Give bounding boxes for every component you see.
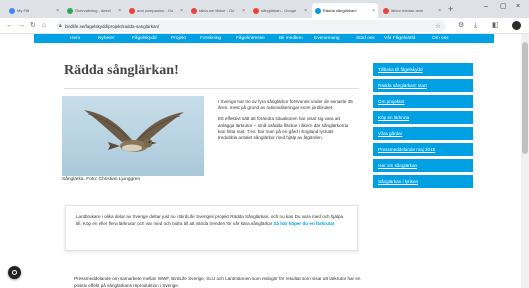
- nav-link[interactable]: Projekt: [171, 34, 186, 43]
- tab-bar: My Fitt × Övervakning - direct × and com…: [0, 0, 529, 18]
- close-icon[interactable]: ×: [372, 8, 375, 14]
- close-icon[interactable]: ×: [56, 8, 59, 14]
- google-icon: [253, 7, 259, 14]
- address-bar[interactable]: 🔒︎ birdlife.se/fagelskydd/projekt/radda-…: [56, 20, 446, 32]
- browser-tab[interactable]: Övervakning - direct ×: [64, 3, 124, 18]
- lock-icon: 🔒︎: [59, 23, 62, 29]
- close-icon[interactable]: ×: [242, 8, 245, 14]
- sidebar-button[interactable]: Rädda sånglärkan! start: [373, 79, 473, 92]
- nav-link[interactable]: Bli medlem: [279, 34, 303, 43]
- sidebar-button[interactable]: Våra gårdar: [373, 127, 473, 140]
- nav-link[interactable]: Nyheter: [98, 34, 115, 43]
- nav-link[interactable]: Hem: [70, 34, 80, 43]
- site-navigation: Hem Nyheter Fågelskydd Projekt Forskning Fåge…: [34, 34, 494, 43]
- photo-caption: Sånglärka. Foto: Christian Ljunggren: [62, 177, 141, 182]
- skylark-photo: [62, 96, 204, 176]
- maximize-icon[interactable]: ▢: [500, 2, 507, 12]
- back-arrow-icon[interactable]: ←: [6, 21, 13, 31]
- profile-avatar[interactable]: [512, 21, 521, 30]
- title-divider: [64, 88, 359, 89]
- browser-tab[interactable]: fakta om lärkor - Go ×: [188, 3, 248, 18]
- reload-icon[interactable]: ↻: [30, 21, 36, 31]
- scrollbar[interactable]: [521, 34, 529, 288]
- nav-link[interactable]: Fågelintresse: [236, 34, 265, 43]
- birdlife-favicon-icon: [315, 7, 321, 14]
- browser-tab[interactable]: lärkor medan anm ×: [380, 3, 444, 18]
- sidebar-button[interactable]: Hør om sånglärkan: [373, 159, 473, 172]
- browser-tab-active[interactable]: Rädda sånglärkan! ×: [312, 3, 378, 18]
- sidebar-menu: Tillbaka till fågelskydd Rädda sånglärkan…: [373, 63, 473, 191]
- scroll-thumb[interactable]: [522, 42, 528, 154]
- forward-arrow-icon[interactable]: →: [18, 21, 25, 31]
- skylark-illustration: [84, 110, 184, 152]
- accessibility-button[interactable]: [8, 266, 21, 279]
- close-window-icon[interactable]: ×: [516, 2, 520, 12]
- sidebar-button[interactable]: Om projektet: [373, 95, 473, 108]
- intro-paragraph: I Sverige har tre av fyra sånglärkor för…: [218, 99, 353, 111]
- download-icon[interactable]: ⤓: [474, 21, 477, 31]
- site-favicon-icon: [9, 7, 15, 14]
- extensions-puzzle-icon[interactable]: ◧: [492, 21, 499, 31]
- nav-link[interactable]: Forskning: [200, 34, 221, 43]
- new-tab-icon[interactable]: +: [448, 4, 453, 14]
- bookmark-star-icon[interactable]: ☆: [435, 22, 441, 30]
- circle-icon: [12, 270, 17, 275]
- press-release-text: Pressmeddelande om samarbete mellan WWF,…: [74, 276, 361, 288]
- site-favicon-icon: [67, 7, 73, 14]
- intro-paragraph: Ett effektivt sätt att förändra situatio…: [218, 116, 349, 141]
- sidebar-button[interactable]: Sånglärkan i lyriken: [373, 175, 473, 188]
- browser-tab[interactable]: and companion - Go ×: [126, 3, 186, 18]
- nav-link[interactable]: Fågelskydd: [132, 34, 157, 43]
- buy-larkplot-link[interactable]: Så här köper du en lärkruta!: [273, 221, 334, 226]
- intro-text: I Sverige har tre av fyra sånglärkor för…: [218, 99, 353, 146]
- close-icon[interactable]: ×: [304, 8, 307, 14]
- extension-icon[interactable]: ⚙: [458, 21, 464, 31]
- browser-tab[interactable]: sånglärkan - Googe ×: [250, 3, 310, 18]
- sidebar-button[interactable]: Pressmeddelande maj 2018: [373, 143, 473, 156]
- nav-link[interactable]: Om oss: [432, 34, 449, 43]
- home-icon[interactable]: ⌂: [42, 21, 46, 31]
- google-icon: [129, 7, 135, 14]
- close-icon[interactable]: ×: [118, 8, 121, 14]
- url-text: birdlife.se/fagelskydd/projekt/radda-san…: [65, 23, 160, 29]
- google-icon: [191, 7, 197, 14]
- browser-toolbar: ← → ↻ ⌂ 🔒︎ birdlife.se/fagelskydd/projek…: [0, 18, 529, 34]
- campaign-box: Lantbrukare i olika delar av Sverige del…: [65, 205, 358, 251]
- minimize-icon[interactable]: –: [484, 2, 488, 12]
- browser-tab[interactable]: My Fitt ×: [6, 3, 62, 18]
- page-content: Rädda sånglärkan! Sånglärka. Foto: Chris…: [34, 43, 494, 288]
- close-icon[interactable]: ×: [180, 8, 183, 14]
- google-icon: [383, 7, 389, 14]
- nav-link[interactable]: Stöd oss: [356, 34, 375, 43]
- nav-link[interactable]: Vår Fågelvärld: [384, 34, 415, 43]
- sidebar-button[interactable]: Tillbaka till fågelskydd: [373, 63, 473, 76]
- nav-link[interactable]: Evenemang: [314, 34, 340, 43]
- close-icon[interactable]: ×: [438, 8, 441, 14]
- page-title: Rädda sånglärkan!: [64, 63, 179, 78]
- sidebar-button[interactable]: Köp en lärkruta: [373, 111, 473, 124]
